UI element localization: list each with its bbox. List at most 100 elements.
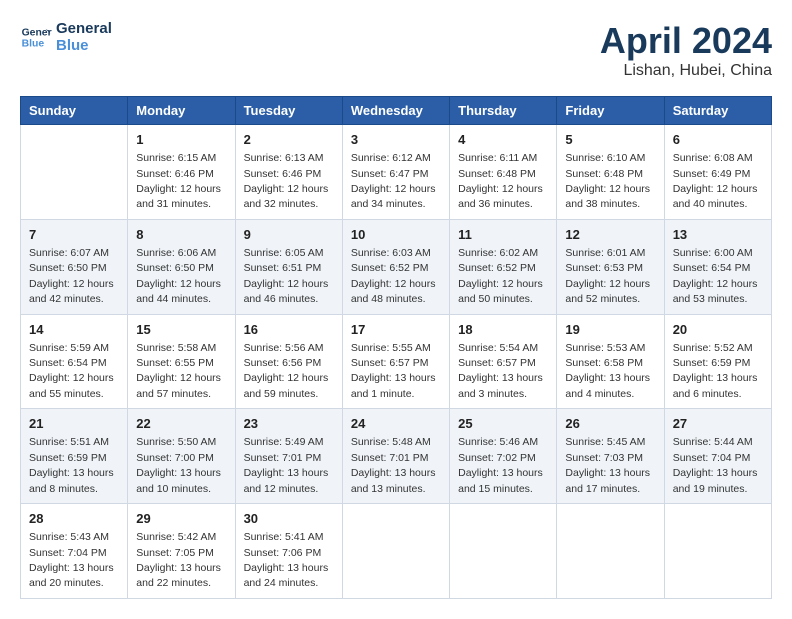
day-info: Sunrise: 5:54 AM Sunset: 6:57 PM Dayligh… xyxy=(458,342,543,400)
calendar-cell: 12 Sunrise: 6:01 AM Sunset: 6:53 PM Dayli… xyxy=(557,219,664,314)
day-number: 9 xyxy=(244,226,334,244)
day-number: 10 xyxy=(351,226,441,244)
calendar-header-row: SundayMondayTuesdayWednesdayThursdayFrid… xyxy=(21,97,772,125)
calendar-cell: 18 Sunrise: 5:54 AM Sunset: 6:57 PM Dayli… xyxy=(450,314,557,409)
logo-text-line2: Blue xyxy=(56,37,112,54)
day-number: 2 xyxy=(244,131,334,149)
calendar-cell xyxy=(557,504,664,599)
day-info: Sunrise: 5:45 AM Sunset: 7:03 PM Dayligh… xyxy=(565,436,650,494)
day-number: 12 xyxy=(565,226,655,244)
day-info: Sunrise: 6:01 AM Sunset: 6:53 PM Dayligh… xyxy=(565,247,650,305)
calendar-cell: 6Sunrise: 6:08 AM Sunset: 6:49 PM Daylig… xyxy=(664,125,771,220)
calendar-table: SundayMondayTuesdayWednesdayThursdayFrid… xyxy=(20,96,772,599)
calendar-cell xyxy=(450,504,557,599)
day-number: 19 xyxy=(565,321,655,339)
calendar-cell: 10 Sunrise: 6:03 AM Sunset: 6:52 PM Dayli… xyxy=(342,219,449,314)
day-info: Sunrise: 5:48 AM Sunset: 7:01 PM Dayligh… xyxy=(351,436,436,494)
day-info: Sunrise: 6:08 AM Sunset: 6:49 PM Dayligh… xyxy=(673,152,758,210)
day-info: Sunrise: 5:53 AM Sunset: 6:58 PM Dayligh… xyxy=(565,342,650,400)
day-number: 1 xyxy=(136,131,226,149)
svg-text:General: General xyxy=(22,27,52,38)
calendar-cell: 28 Sunrise: 5:43 AM Sunset: 7:04 PM Dayli… xyxy=(21,504,128,599)
svg-text:Blue: Blue xyxy=(22,39,45,50)
day-number: 20 xyxy=(673,321,763,339)
day-info: Sunrise: 5:51 AM Sunset: 6:59 PM Dayligh… xyxy=(29,436,114,494)
day-info: Sunrise: 6:02 AM Sunset: 6:52 PM Dayligh… xyxy=(458,247,543,305)
day-info: Sunrise: 6:06 AM Sunset: 6:50 PM Dayligh… xyxy=(136,247,221,305)
day-info: Sunrise: 5:55 AM Sunset: 6:57 PM Dayligh… xyxy=(351,342,436,400)
week-row-2: 7 Sunrise: 6:07 AM Sunset: 6:50 PM Daylig… xyxy=(21,219,772,314)
day-number: 24 xyxy=(351,415,441,433)
day-number: 4 xyxy=(458,131,548,149)
week-row-4: 21 Sunrise: 5:51 AM Sunset: 6:59 PM Dayli… xyxy=(21,409,772,504)
day-number: 15 xyxy=(136,321,226,339)
header-thursday: Thursday xyxy=(450,97,557,125)
day-number: 7 xyxy=(29,226,119,244)
calendar-cell: 15Sunrise: 5:58 AM Sunset: 6:55 PM Dayli… xyxy=(128,314,235,409)
day-info: Sunrise: 6:10 AM Sunset: 6:48 PM Dayligh… xyxy=(565,152,650,210)
calendar-cell: 4 Sunrise: 6:11 AM Sunset: 6:48 PM Daylig… xyxy=(450,125,557,220)
day-number: 11 xyxy=(458,226,548,244)
calendar-cell: 22Sunrise: 5:50 AM Sunset: 7:00 PM Dayli… xyxy=(128,409,235,504)
calendar-cell: 17 Sunrise: 5:55 AM Sunset: 6:57 PM Dayli… xyxy=(342,314,449,409)
header-friday: Friday xyxy=(557,97,664,125)
day-number: 13 xyxy=(673,226,763,244)
day-info: Sunrise: 5:56 AM Sunset: 6:56 PM Dayligh… xyxy=(244,342,329,400)
day-number: 29 xyxy=(136,510,226,528)
day-number: 23 xyxy=(244,415,334,433)
calendar-cell: 30Sunrise: 5:41 AM Sunset: 7:06 PM Dayli… xyxy=(235,504,342,599)
week-row-5: 28 Sunrise: 5:43 AM Sunset: 7:04 PM Dayli… xyxy=(21,504,772,599)
logo-icon: General Blue xyxy=(20,21,52,53)
day-number: 14 xyxy=(29,321,119,339)
calendar-cell: 14Sunrise: 5:59 AM Sunset: 6:54 PM Dayli… xyxy=(21,314,128,409)
day-number: 8 xyxy=(136,226,226,244)
calendar-cell: 21 Sunrise: 5:51 AM Sunset: 6:59 PM Dayli… xyxy=(21,409,128,504)
day-info: Sunrise: 5:42 AM Sunset: 7:05 PM Dayligh… xyxy=(136,531,221,589)
calendar-cell: 2 Sunrise: 6:13 AM Sunset: 6:46 PM Daylig… xyxy=(235,125,342,220)
day-number: 30 xyxy=(244,510,334,528)
day-info: Sunrise: 6:07 AM Sunset: 6:50 PM Dayligh… xyxy=(29,247,114,305)
day-number: 28 xyxy=(29,510,119,528)
calendar-title: April 2024 xyxy=(600,20,772,62)
calendar-cell: 8 Sunrise: 6:06 AM Sunset: 6:50 PM Daylig… xyxy=(128,219,235,314)
calendar-cell: 13 Sunrise: 6:00 AM Sunset: 6:54 PM Dayli… xyxy=(664,219,771,314)
calendar-cell xyxy=(342,504,449,599)
header-sunday: Sunday xyxy=(21,97,128,125)
calendar-subtitle: Lishan, Hubei, China xyxy=(600,62,772,80)
calendar-cell: 20Sunrise: 5:52 AM Sunset: 6:59 PM Dayli… xyxy=(664,314,771,409)
calendar-cell: 9 Sunrise: 6:05 AM Sunset: 6:51 PM Daylig… xyxy=(235,219,342,314)
header-wednesday: Wednesday xyxy=(342,97,449,125)
day-info: Sunrise: 6:11 AM Sunset: 6:48 PM Dayligh… xyxy=(458,152,543,210)
day-number: 25 xyxy=(458,415,548,433)
day-number: 18 xyxy=(458,321,548,339)
logo-text-line1: General xyxy=(56,20,112,37)
calendar-cell: 3Sunrise: 6:12 AM Sunset: 6:47 PM Daylig… xyxy=(342,125,449,220)
day-info: Sunrise: 5:46 AM Sunset: 7:02 PM Dayligh… xyxy=(458,436,543,494)
logo: General Blue General Blue xyxy=(20,20,112,54)
calendar-cell: 11 Sunrise: 6:02 AM Sunset: 6:52 PM Dayli… xyxy=(450,219,557,314)
day-number: 26 xyxy=(565,415,655,433)
calendar-cell: 1 Sunrise: 6:15 AM Sunset: 6:46 PM Daylig… xyxy=(128,125,235,220)
day-info: Sunrise: 6:13 AM Sunset: 6:46 PM Dayligh… xyxy=(244,152,329,210)
calendar-cell: 25 Sunrise: 5:46 AM Sunset: 7:02 PM Dayli… xyxy=(450,409,557,504)
calendar-cell: 26 Sunrise: 5:45 AM Sunset: 7:03 PM Dayli… xyxy=(557,409,664,504)
day-info: Sunrise: 5:43 AM Sunset: 7:04 PM Dayligh… xyxy=(29,531,114,589)
day-number: 16 xyxy=(244,321,334,339)
calendar-cell: 16 Sunrise: 5:56 AM Sunset: 6:56 PM Dayli… xyxy=(235,314,342,409)
day-info: Sunrise: 6:03 AM Sunset: 6:52 PM Dayligh… xyxy=(351,247,436,305)
day-number: 17 xyxy=(351,321,441,339)
calendar-cell: 23 Sunrise: 5:49 AM Sunset: 7:01 PM Dayli… xyxy=(235,409,342,504)
day-info: Sunrise: 5:44 AM Sunset: 7:04 PM Dayligh… xyxy=(673,436,758,494)
day-info: Sunrise: 5:50 AM Sunset: 7:00 PM Dayligh… xyxy=(136,436,221,494)
day-info: Sunrise: 6:00 AM Sunset: 6:54 PM Dayligh… xyxy=(673,247,758,305)
day-info: Sunrise: 6:05 AM Sunset: 6:51 PM Dayligh… xyxy=(244,247,329,305)
calendar-cell: 27Sunrise: 5:44 AM Sunset: 7:04 PM Dayli… xyxy=(664,409,771,504)
day-info: Sunrise: 5:49 AM Sunset: 7:01 PM Dayligh… xyxy=(244,436,329,494)
header-saturday: Saturday xyxy=(664,97,771,125)
week-row-3: 14Sunrise: 5:59 AM Sunset: 6:54 PM Dayli… xyxy=(21,314,772,409)
calendar-cell: 19 Sunrise: 5:53 AM Sunset: 6:58 PM Dayli… xyxy=(557,314,664,409)
day-number: 21 xyxy=(29,415,119,433)
calendar-cell: 5Sunrise: 6:10 AM Sunset: 6:48 PM Daylig… xyxy=(557,125,664,220)
day-info: Sunrise: 6:15 AM Sunset: 6:46 PM Dayligh… xyxy=(136,152,221,210)
header-tuesday: Tuesday xyxy=(235,97,342,125)
